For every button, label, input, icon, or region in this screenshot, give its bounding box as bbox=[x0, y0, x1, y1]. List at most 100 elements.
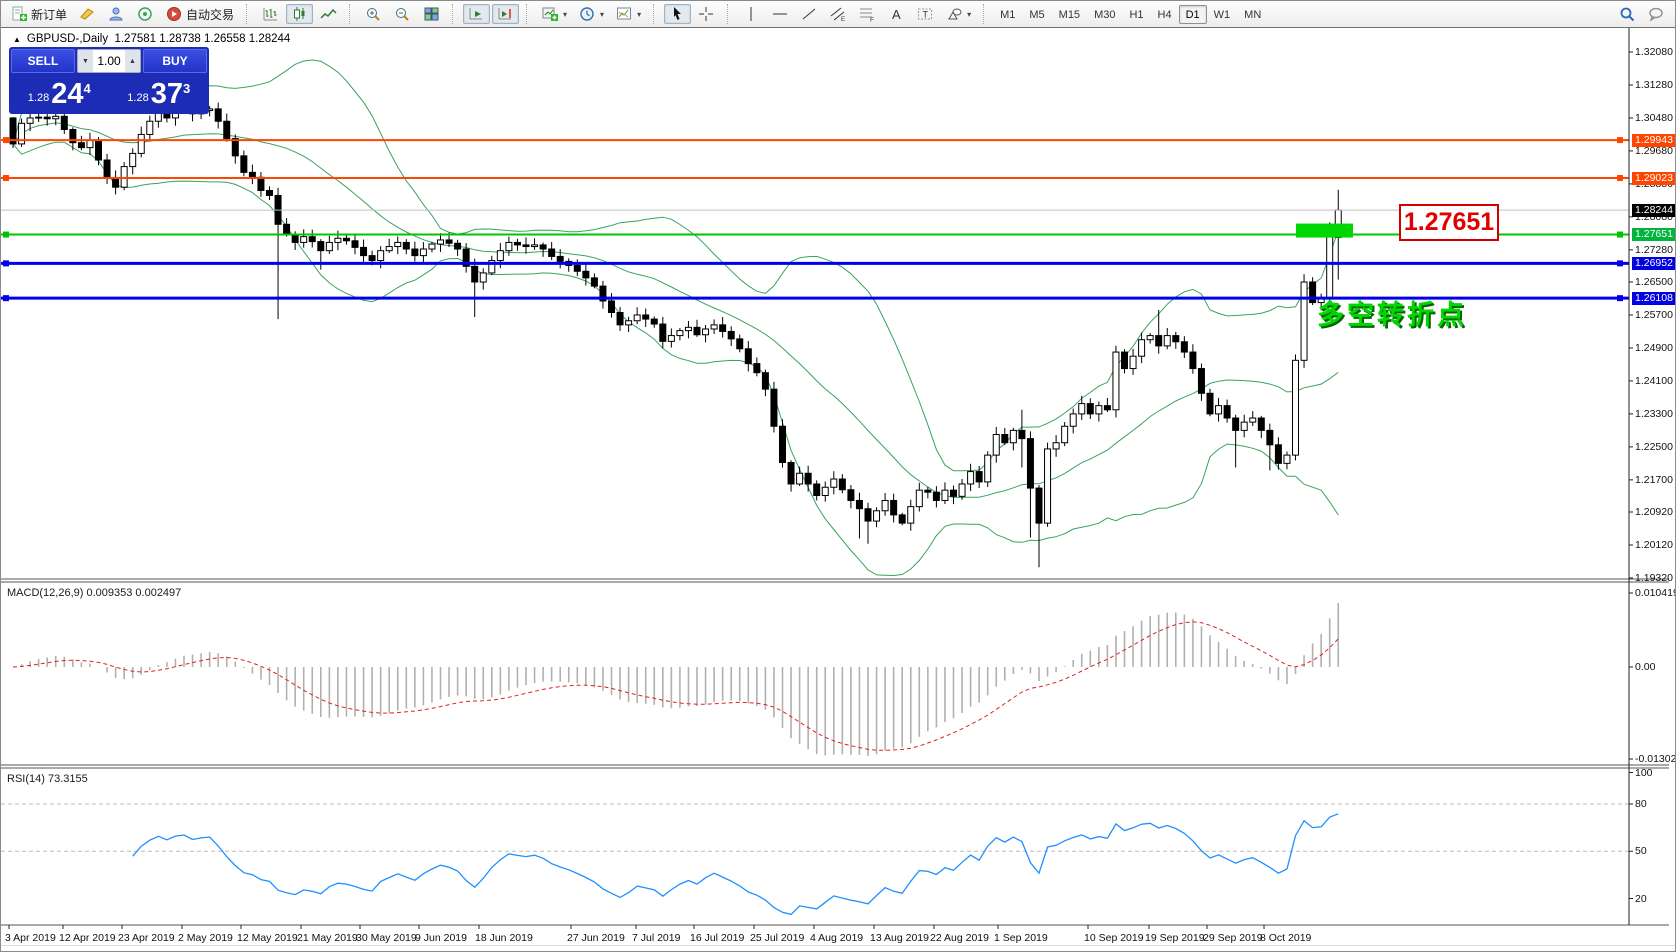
turning-point-annotation[interactable]: 多空转折点 bbox=[1317, 293, 1467, 332]
candles bbox=[9, 86, 1342, 568]
cursor-arrow-icon bbox=[669, 6, 686, 22]
price-axis-label: 1.27280 bbox=[1635, 243, 1673, 256]
timeframe-h4-button[interactable]: H4 bbox=[1151, 5, 1179, 24]
svg-text:F: F bbox=[870, 17, 874, 23]
shapes-button[interactable]: ▾ bbox=[941, 4, 976, 24]
v-line-icon bbox=[743, 6, 760, 22]
zoom-in-button[interactable] bbox=[360, 4, 387, 24]
search-blue-icon bbox=[1619, 6, 1636, 22]
fibonacci-button[interactable]: F bbox=[854, 4, 881, 24]
date-axis-label: 23 Apr 2019 bbox=[118, 932, 175, 944]
timeframe-m5-button[interactable]: M5 bbox=[1022, 5, 1051, 24]
buy-price[interactable]: 1.28 37 3 bbox=[111, 75, 208, 110]
price-axis-label: 1.22500 bbox=[1635, 440, 1673, 453]
rsi-pane bbox=[1, 803, 1629, 916]
price-axis-label: 1.30480 bbox=[1635, 111, 1673, 124]
new-order-button[interactable]: 新订单 bbox=[6, 4, 72, 24]
sell-price[interactable]: 1.28 24 4 bbox=[11, 75, 108, 110]
bars-green-icon bbox=[262, 6, 279, 22]
chart-surface[interactable]: ▲ GBPUSD-,Daily 1.27581 1.28738 1.26558 1… bbox=[1, 28, 1676, 946]
autotrade-button[interactable]: 自动交易 bbox=[161, 4, 239, 24]
tile-icon bbox=[423, 6, 440, 22]
date-axis-label: 21 May 2019 bbox=[297, 932, 358, 944]
zoom-out-button[interactable] bbox=[389, 4, 416, 24]
chevron-down-icon: ▾ bbox=[600, 9, 605, 19]
indicators-button[interactable]: ▾ bbox=[537, 4, 572, 24]
periods-button[interactable]: ▾ bbox=[574, 4, 609, 24]
price-level-badge: 1.27651 bbox=[1632, 228, 1675, 242]
crosshair-button[interactable] bbox=[693, 4, 720, 24]
horizontal-line-button[interactable] bbox=[767, 4, 794, 24]
text-button[interactable]: A bbox=[883, 4, 910, 24]
toolbar-separator bbox=[526, 4, 532, 24]
sell-button[interactable]: SELL bbox=[11, 49, 75, 73]
channel-button[interactable]: E bbox=[825, 4, 852, 24]
toolbar-separator bbox=[653, 4, 659, 24]
bar-chart-button[interactable] bbox=[257, 4, 284, 24]
timeframe-m1-button[interactable]: M1 bbox=[993, 5, 1022, 24]
macd-label: MACD(12,26,9) 0.009353 0.002497 bbox=[7, 587, 182, 599]
date-axis-label: 8 Oct 2019 bbox=[1260, 932, 1312, 944]
candlestick-button[interactable] bbox=[286, 4, 314, 24]
chat-button[interactable] bbox=[1643, 4, 1670, 24]
cursor-button[interactable] bbox=[664, 4, 692, 24]
date-axis-label: 25 Jul 2019 bbox=[750, 932, 805, 944]
templates-button[interactable]: ▾ bbox=[611, 4, 646, 24]
chartshift-icon bbox=[497, 6, 514, 22]
trendline-button[interactable] bbox=[796, 4, 823, 24]
volume-stepper: ▼ 1.00 ▲ bbox=[77, 49, 141, 73]
autoscroll-icon bbox=[468, 6, 485, 22]
toolbar-separator bbox=[727, 4, 733, 24]
one-click-trading-panel: SELL ▼ 1.00 ▲ BUY 1.28 24 4 1.28 37 3 bbox=[9, 47, 209, 114]
text-label-button[interactable]: T bbox=[912, 4, 939, 24]
text-A-icon: A bbox=[888, 6, 905, 22]
h-line-icon bbox=[772, 6, 789, 22]
date-axis-label: 12 May 2019 bbox=[237, 932, 298, 944]
zoom-in-icon bbox=[365, 6, 382, 22]
price-axis-label: 1.19320 bbox=[1635, 571, 1673, 584]
collapse-icon[interactable]: ▲ bbox=[13, 35, 21, 44]
timeframe-d1-button[interactable]: D1 bbox=[1178, 4, 1207, 24]
volume-up-button[interactable]: ▲ bbox=[125, 50, 140, 72]
price-axis-label: 1.21700 bbox=[1635, 473, 1673, 486]
date-axis-label: 10 Sep 2019 bbox=[1084, 932, 1144, 944]
profile-button[interactable] bbox=[103, 4, 130, 24]
candle-green-icon bbox=[291, 6, 308, 22]
auto-scroll-button[interactable] bbox=[463, 4, 491, 24]
autotrade-icon bbox=[166, 6, 183, 22]
price-level-tag[interactable]: 1.27651 bbox=[1399, 204, 1499, 241]
line-chart-button[interactable] bbox=[315, 4, 342, 24]
macd-signal-line bbox=[12, 621, 1339, 751]
autotrade-button-label: 自动交易 bbox=[186, 7, 235, 22]
sell-price-point: 4 bbox=[83, 81, 91, 96]
timeframe-m15-button[interactable]: M15 bbox=[1052, 5, 1087, 24]
volume-down-button[interactable]: ▼ bbox=[78, 50, 93, 72]
chart-canvas[interactable] bbox=[1, 28, 1676, 946]
styler-button[interactable] bbox=[74, 4, 101, 24]
timeframe-mn-button[interactable]: MN bbox=[1237, 5, 1268, 24]
signals-button[interactable] bbox=[132, 4, 159, 24]
price-level-badge: 1.26108 bbox=[1632, 291, 1675, 305]
zoom-out-icon bbox=[394, 6, 411, 22]
rsi-axis-label: 100 bbox=[1635, 766, 1653, 779]
timeframe-h1-button[interactable]: H1 bbox=[1122, 5, 1150, 24]
ind-plus-icon bbox=[542, 6, 559, 22]
date-axis-label: 13 Aug 2019 bbox=[870, 932, 929, 944]
tile-windows-button[interactable] bbox=[418, 4, 445, 24]
svg-text:T: T bbox=[923, 10, 929, 20]
search-button[interactable] bbox=[1614, 4, 1641, 24]
chart-shift-button[interactable] bbox=[492, 4, 520, 24]
date-axis-label: 1 Sep 2019 bbox=[994, 932, 1048, 944]
chart-title: ▲ GBPUSD-,Daily 1.27581 1.28738 1.26558 1… bbox=[13, 33, 290, 45]
volume-value[interactable]: 1.00 bbox=[93, 50, 125, 72]
price-level-badge: 1.26952 bbox=[1632, 256, 1675, 270]
price-axis-label: 1.31280 bbox=[1635, 78, 1673, 91]
svg-text:E: E bbox=[841, 17, 845, 22]
date-axis-label: 19 Sep 2019 bbox=[1145, 932, 1205, 944]
timeframe-m30-button[interactable]: M30 bbox=[1087, 5, 1122, 24]
buy-button[interactable]: BUY bbox=[143, 49, 207, 73]
vertical-line-button[interactable] bbox=[738, 4, 765, 24]
timeframe-w1-button[interactable]: W1 bbox=[1207, 5, 1238, 24]
doc-plus-icon bbox=[11, 6, 28, 22]
buy-price-pips: 37 bbox=[150, 78, 183, 110]
